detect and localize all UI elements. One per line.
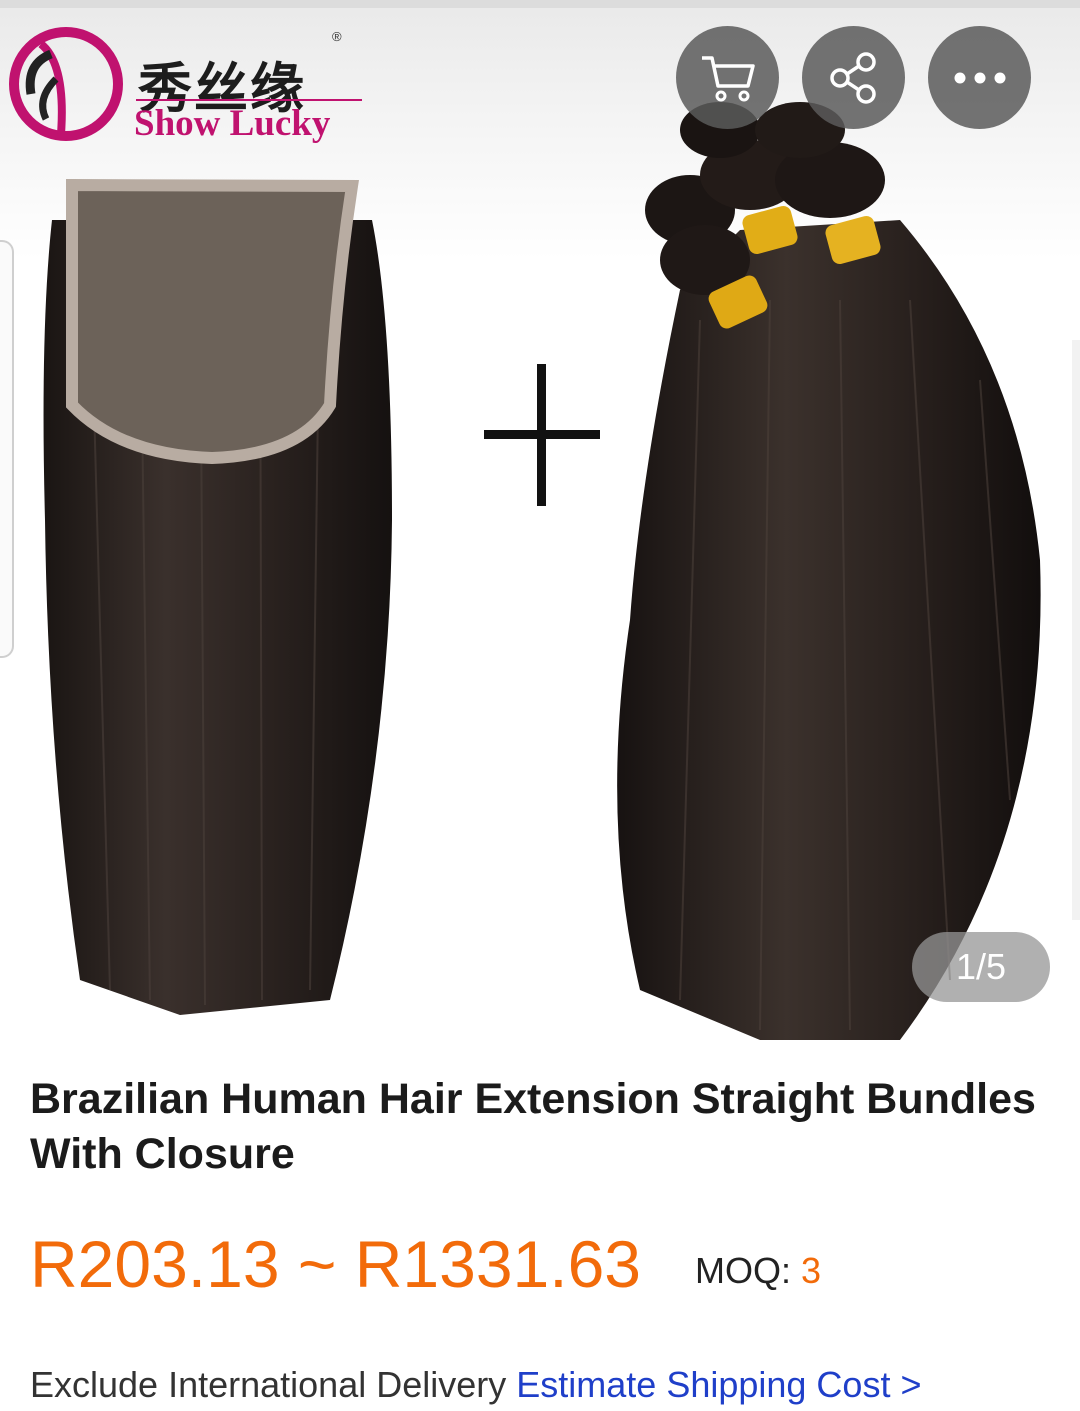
brand-name-english: Show Lucky: [134, 103, 331, 144]
moq-value: 3: [801, 1250, 822, 1291]
product-title: Brazilian Human Hair Extension Straight …: [30, 1075, 1036, 1178]
product-image-gallery[interactable]: 秀丝缘 ® Show Lucky 1/5: [0, 0, 1080, 1045]
price-range: R203.13 ~ R1331.63: [30, 1227, 641, 1301]
moq-label: MOQ:: [695, 1250, 791, 1291]
more-button[interactable]: [928, 26, 1031, 129]
moq: MOQ: 3: [695, 1250, 821, 1292]
product-photo: [43, 102, 1041, 1040]
estimate-shipping-link[interactable]: Estimate Shipping Cost >: [516, 1364, 921, 1405]
brand-divider: [136, 99, 362, 101]
scrollbar[interactable]: [1072, 340, 1080, 920]
registered-mark: ®: [332, 29, 342, 44]
image-counter: 1/5: [912, 932, 1050, 1002]
share-button[interactable]: [802, 26, 905, 129]
cart-icon: [701, 55, 755, 101]
brand-logo: 秀丝缘 ® Show Lucky: [6, 24, 366, 154]
cart-button[interactable]: [676, 26, 779, 129]
plus-sign-horizontal: [484, 430, 600, 439]
shipping-note: Exclude International Delivery: [30, 1364, 507, 1405]
share-icon: [829, 51, 876, 104]
more-icon: [954, 72, 1005, 83]
side-drawer-handle[interactable]: [0, 240, 14, 658]
brand-emblem-icon: [9, 27, 123, 141]
shipping-info: Exclude International Delivery Estimate …: [30, 1364, 921, 1406]
